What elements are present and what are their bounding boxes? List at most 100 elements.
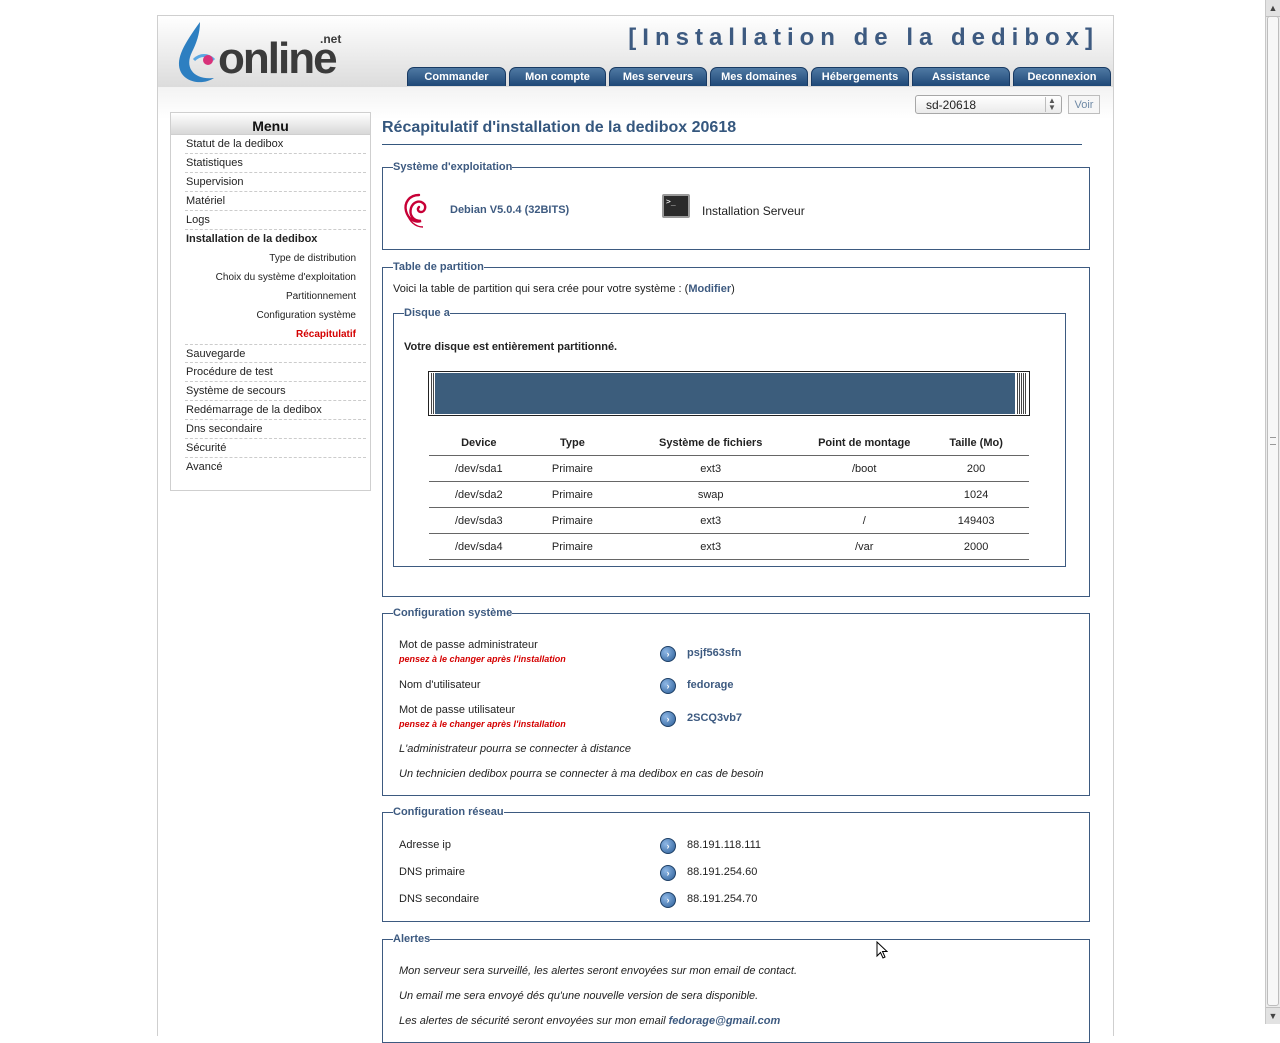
terminal-icon: >_ bbox=[662, 194, 690, 218]
site-header: online .net [Installation de la dedibox]… bbox=[158, 16, 1113, 88]
tab-assistance[interactable]: Assistance bbox=[912, 67, 1010, 86]
cell-filesystem: ext3 bbox=[616, 507, 806, 534]
cell-type: Primaire bbox=[528, 533, 617, 560]
disk-segment-sda3 bbox=[435, 373, 1015, 414]
cell-device: /dev/sda3 bbox=[429, 507, 529, 534]
cell-size: 200 bbox=[923, 455, 1029, 482]
col-mountpoint: Point de montage bbox=[805, 431, 924, 456]
modify-link[interactable]: Modifier bbox=[688, 283, 731, 295]
table-row: /dev/sda3 Primaire ext3 / 149403 bbox=[429, 507, 1029, 534]
cell-size: 1024 bbox=[923, 481, 1029, 508]
alerts-section: Alertes Mon serveur sera surveillé, les … bbox=[382, 933, 1090, 1043]
info-icon[interactable]: › bbox=[660, 646, 676, 662]
sidebar-item-procedure-test[interactable]: Procédure de test bbox=[185, 363, 366, 382]
admin-password-warning: pensez à le changer après l'installation bbox=[399, 654, 566, 664]
sidebar-item-dns-secondaire[interactable]: Dns secondaire bbox=[185, 420, 366, 439]
dns-primary-value: 88.191.254.60 bbox=[687, 866, 758, 878]
col-filesystem: Système de fichiers bbox=[616, 431, 806, 456]
cell-device: /dev/sda1 bbox=[429, 455, 529, 482]
sidebar-item-systeme-secours[interactable]: Système de secours bbox=[185, 382, 366, 401]
sidebar-item-materiel[interactable]: Matériel bbox=[185, 192, 366, 211]
sidebar-item-statut[interactable]: Statut de la dedibox bbox=[185, 135, 366, 154]
alerts-email-link[interactable]: fedorage@gmail.com bbox=[669, 1015, 781, 1027]
cell-mountpoint: /boot bbox=[805, 455, 924, 482]
sidebar-item-logs[interactable]: Logs bbox=[185, 211, 366, 230]
sidebar-item-redemarrage[interactable]: Redémarrage de la dedibox bbox=[185, 401, 366, 420]
user-password-label: Mot de passe utilisateur bbox=[399, 704, 516, 716]
partition-section: Table de partition Voici la table de par… bbox=[382, 261, 1090, 597]
tab-commander[interactable]: Commander bbox=[407, 67, 506, 86]
network-config-legend: Configuration réseau bbox=[393, 806, 504, 818]
partition-table-header: Device Type Système de fichiers Point de… bbox=[429, 431, 1029, 456]
alerts-legend: Alertes bbox=[393, 933, 431, 945]
col-type: Type bbox=[528, 431, 617, 456]
info-icon[interactable]: › bbox=[660, 678, 676, 694]
dns-secondary-label: DNS secondaire bbox=[399, 893, 480, 905]
sidebar-item-statistiques[interactable]: Statistiques bbox=[185, 154, 366, 173]
sidebar-item-supervision[interactable]: Supervision bbox=[185, 173, 366, 192]
server-select[interactable]: sd-20618 ▲ ▼ bbox=[915, 95, 1062, 114]
partition-intro-end: ) bbox=[731, 283, 735, 295]
scroll-grip-icon bbox=[1270, 437, 1276, 445]
cell-size: 149403 bbox=[923, 507, 1029, 534]
disk-a-section: Disque a Votre disque est entièrement pa… bbox=[393, 307, 1066, 567]
sidebar-item-installation[interactable]: Installation de la dedibox bbox=[185, 230, 366, 249]
install-type: Installation Serveur bbox=[702, 204, 805, 218]
cell-mountpoint: / bbox=[805, 507, 924, 534]
table-row: /dev/sda1 Primaire ext3 /boot 200 bbox=[429, 455, 1029, 482]
partition-intro-text: Voici la table de partition qui sera cré… bbox=[393, 283, 689, 295]
cell-filesystem: ext3 bbox=[616, 455, 806, 482]
logo-suffix: .net bbox=[320, 32, 342, 46]
system-config-legend: Configuration système bbox=[393, 607, 513, 619]
tab-mes-serveurs[interactable]: Mes serveurs bbox=[609, 67, 707, 86]
table-row: /dev/sda2 Primaire swap 1024 bbox=[429, 481, 1029, 508]
tab-mes-domaines[interactable]: Mes domaines bbox=[710, 67, 808, 86]
partition-intro: Voici la table de partition qui sera cré… bbox=[393, 283, 735, 295]
disk-message: Votre disque est entièrement partitionné… bbox=[404, 341, 618, 353]
user-password-warning: pensez à le changer après l'installation bbox=[399, 719, 566, 729]
username-label: Nom d'utilisateur bbox=[399, 679, 481, 691]
online-logo[interactable]: online .net bbox=[174, 20, 344, 86]
voir-button[interactable]: Voir bbox=[1068, 95, 1100, 114]
alerts-line-3-text: Les alertes de sécurité seront envoyées … bbox=[399, 1015, 669, 1027]
sidebar-item-sauvegarde[interactable]: Sauvegarde bbox=[185, 344, 366, 363]
title-divider bbox=[382, 144, 1082, 145]
cell-mountpoint bbox=[805, 481, 924, 508]
mouse-cursor-icon bbox=[876, 941, 888, 959]
sidebar-subitem-choix-os[interactable]: Choix du système d'exploitation bbox=[185, 268, 356, 287]
sidebar-subitem-configuration[interactable]: Configuration système bbox=[185, 306, 357, 325]
sidebar-subitem-partitionnement[interactable]: Partitionnement bbox=[185, 287, 356, 306]
disk-a-legend: Disque a bbox=[404, 307, 450, 319]
info-icon[interactable]: › bbox=[660, 711, 676, 727]
cell-mountpoint: /var bbox=[805, 533, 924, 560]
col-device: Device bbox=[429, 431, 529, 456]
os-name: Debian V5.0.4 (32BITS) bbox=[450, 204, 570, 216]
sidebar-subitem-type-distribution[interactable]: Type de distribution bbox=[185, 249, 356, 268]
col-size: Taille (Mo) bbox=[923, 431, 1029, 456]
page-header-title: [Installation de la dedibox] bbox=[628, 24, 1099, 51]
scroll-up-arrow-icon[interactable]: ▲ bbox=[1266, 0, 1280, 17]
sidebar-subitem-recapitulatif[interactable]: Récapitulatif bbox=[185, 325, 356, 344]
os-section: Système d'exploitation Debian V5.0.4 (32… bbox=[382, 161, 1090, 250]
sidebar-item-securite[interactable]: Sécurité bbox=[185, 439, 366, 458]
network-config-section: Configuration réseau Adresse ip › 88.191… bbox=[382, 806, 1090, 922]
partition-section-legend: Table de partition bbox=[393, 261, 484, 273]
info-icon[interactable]: › bbox=[660, 865, 676, 881]
alerts-line-3: Les alertes de sécurité seront envoyées … bbox=[399, 1015, 780, 1027]
sidebar-item-avance[interactable]: Avancé bbox=[185, 458, 366, 477]
admin-password-label: Mot de passe administrateur bbox=[399, 639, 538, 651]
vertical-scrollbar[interactable]: ▲ ▼ bbox=[1265, 0, 1280, 1024]
logo-text: online bbox=[218, 34, 338, 83]
tab-hebergements[interactable]: Hébergements bbox=[811, 67, 909, 86]
info-icon[interactable]: › bbox=[660, 892, 676, 908]
cell-device: /dev/sda2 bbox=[429, 481, 529, 508]
cell-filesystem: swap bbox=[616, 481, 806, 508]
tab-deconnexion[interactable]: Deconnexion bbox=[1013, 67, 1111, 86]
tab-mon-compte[interactable]: Mon compte bbox=[509, 67, 606, 86]
scroll-down-arrow-icon[interactable]: ▼ bbox=[1266, 1007, 1280, 1024]
menu-title: Menu bbox=[171, 113, 370, 135]
table-row: /dev/sda4 Primaire ext3 /var 2000 bbox=[429, 533, 1029, 560]
scroll-thumb[interactable] bbox=[1267, 16, 1279, 1006]
disk-segment-sda1 bbox=[430, 373, 434, 414]
info-icon[interactable]: › bbox=[660, 838, 676, 854]
